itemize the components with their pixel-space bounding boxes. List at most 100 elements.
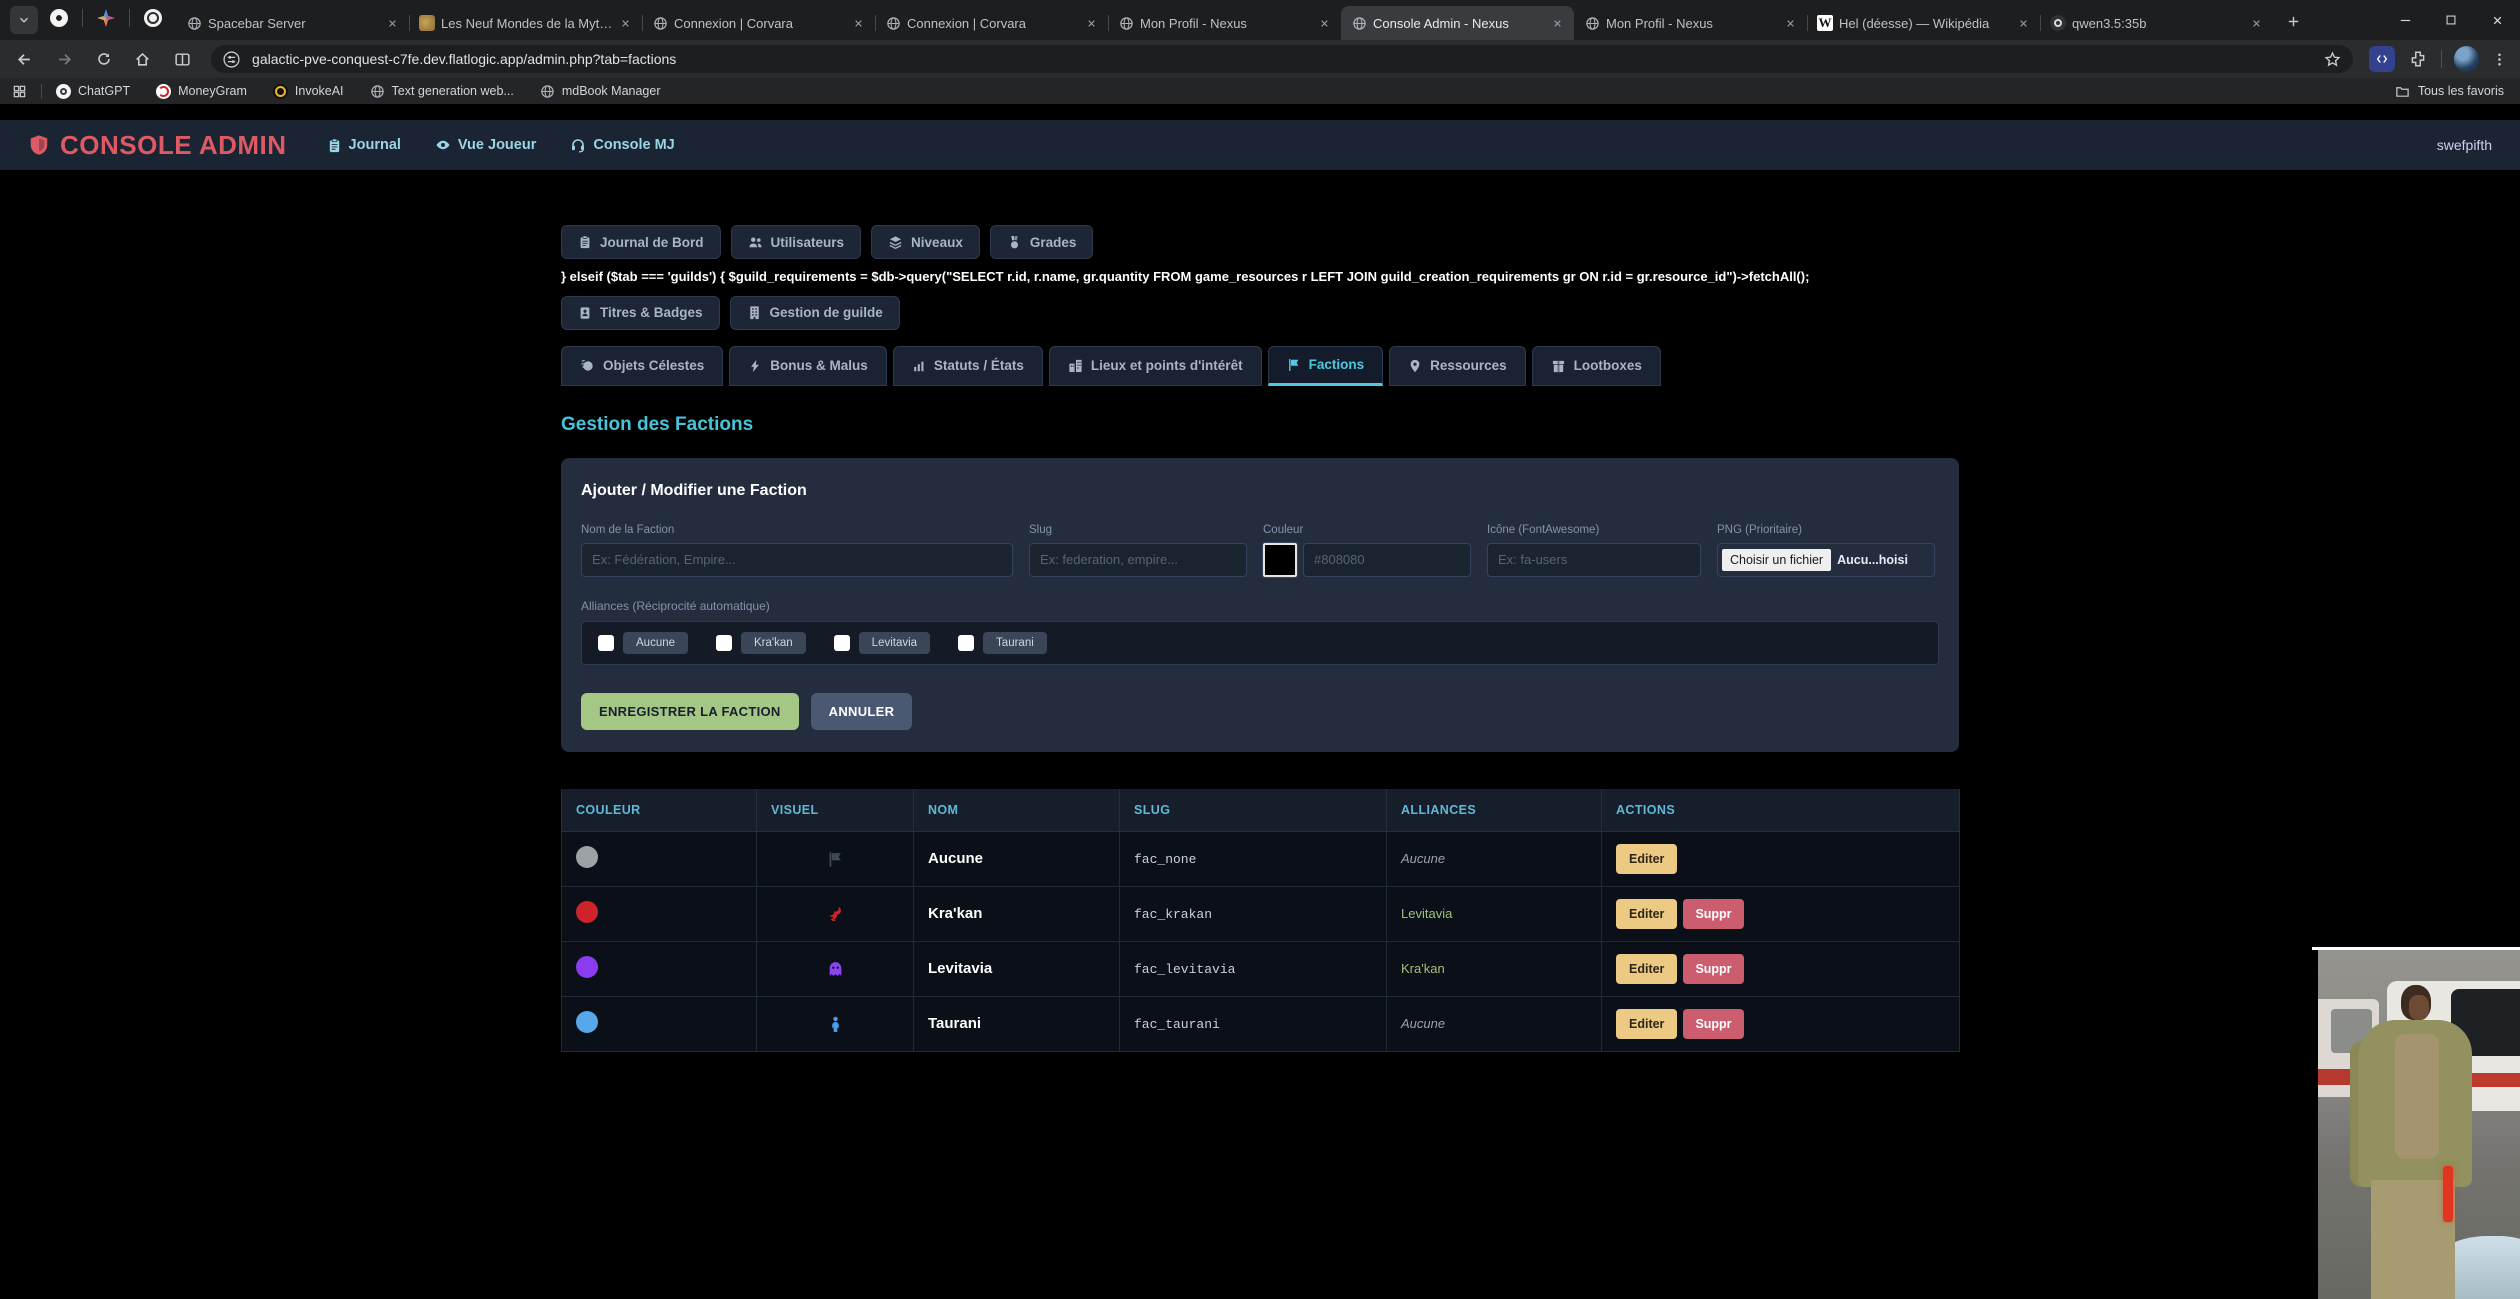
extension-icon[interactable] [2369, 46, 2394, 72]
tab-label: Grades [1030, 235, 1077, 250]
tab-label: Gestion de guilde [770, 305, 883, 320]
tab-journal-de-bord[interactable]: Journal de Bord [561, 225, 721, 259]
all-favorites-button[interactable]: Tous les favoris [2395, 84, 2504, 99]
tab-close-icon[interactable] [1318, 17, 1331, 30]
browser-tab[interactable]: Mon Profil - Nexus [1108, 6, 1341, 40]
tab-close-icon[interactable] [386, 17, 399, 30]
choose-file-button[interactable]: Choisir un fichier [1722, 549, 1831, 571]
image-favicon-icon [419, 15, 435, 31]
faction-color-dot [576, 901, 598, 923]
faction-name-input[interactable] [581, 543, 1013, 577]
bookmark-item[interactable]: Text generation web... [370, 84, 514, 99]
new-tab-button[interactable] [2279, 7, 2307, 35]
alliance-checkbox[interactable] [598, 635, 614, 651]
cancel-button[interactable]: ANNULER [811, 693, 913, 730]
color-hex-input[interactable] [1303, 543, 1471, 577]
table-row: Taurani fac_taurani Aucune EditerSuppr [562, 997, 1960, 1052]
edit-button[interactable]: Editer [1616, 899, 1677, 929]
home-button[interactable] [128, 44, 157, 74]
tab-factions-active[interactable]: Factions [1268, 346, 1384, 386]
tab-bonus-malus[interactable]: Bonus & Malus [729, 346, 887, 386]
browser-tab[interactable]: Spacebar Server [176, 6, 409, 40]
delete-button[interactable]: Suppr [1683, 1009, 1743, 1039]
tab-title: Spacebar Server [208, 16, 380, 31]
pinned-tab-wordpress-icon[interactable] [144, 9, 162, 27]
bookmark-item[interactable]: ChatGPT [56, 84, 130, 99]
eye-icon [435, 137, 451, 153]
tab-close-icon[interactable] [619, 17, 632, 30]
alliance-option-label: Aucune [623, 632, 688, 654]
field-slug: Slug [1029, 524, 1247, 577]
browser-tab[interactable]: qwen3.5:35b [2040, 6, 2273, 40]
bookmark-star-icon[interactable] [2324, 51, 2341, 68]
back-button[interactable] [10, 44, 39, 74]
nav-vue-joueur[interactable]: Vue Joueur [435, 137, 536, 153]
url-text[interactable]: galactic-pve-conquest-c7fe.dev.flatlogic… [252, 51, 2324, 67]
faction-alliances: Aucune [1401, 851, 1445, 866]
profile-avatar[interactable] [2454, 46, 2479, 72]
tab-statuts-etats[interactable]: Statuts / États [893, 346, 1043, 386]
tab-close-icon[interactable] [1085, 17, 1098, 30]
color-swatch-input[interactable] [1263, 543, 1297, 577]
pinned-tab-chatgpt-icon[interactable] [50, 9, 68, 27]
edit-button[interactable]: Editer [1616, 954, 1677, 984]
alliance-option-label: Taurani [983, 632, 1047, 654]
browser-tab-active[interactable]: Console Admin - Nexus [1341, 6, 1574, 40]
split-screen-button[interactable] [168, 44, 197, 74]
minimize-button[interactable] [2382, 0, 2428, 40]
alliance-checkbox[interactable] [958, 635, 974, 651]
map-marker-icon [1408, 359, 1422, 373]
delete-button[interactable]: Suppr [1683, 899, 1743, 929]
nav-journal[interactable]: Journal [327, 137, 401, 153]
file-input[interactable]: Choisir un fichier Aucu...hoisi [1717, 543, 1935, 577]
tab-lootboxes[interactable]: Lootboxes [1532, 346, 1661, 386]
edit-button[interactable]: Editer [1616, 844, 1677, 874]
faction-icon-input[interactable] [1487, 543, 1701, 577]
address-bar[interactable]: galactic-pve-conquest-c7fe.dev.flatlogic… [211, 45, 2353, 73]
browser-tab[interactable]: W Hel (déesse) — Wikipédia [1807, 6, 2040, 40]
forward-button[interactable] [49, 44, 78, 74]
maximize-button[interactable] [2428, 0, 2474, 40]
tab-niveaux[interactable]: Niveaux [871, 225, 980, 259]
username[interactable]: swefpifth [2437, 137, 2492, 153]
nav-console-mj[interactable]: Console MJ [570, 137, 674, 153]
users-icon [748, 235, 763, 250]
tab-titres-badges[interactable]: Titres & Badges [561, 296, 720, 330]
site-info-icon[interactable] [223, 51, 240, 68]
browser-tab[interactable]: Connexion | Corvara [642, 6, 875, 40]
bookmark-item[interactable]: mdBook Manager [540, 84, 661, 99]
extensions-puzzle-icon[interactable] [2409, 50, 2427, 68]
tab-objets-celestes[interactable]: Objets Célestes [561, 346, 723, 386]
invokeai-favicon-icon [273, 84, 288, 99]
browser-menu-icon[interactable] [2491, 51, 2508, 68]
tab-grades[interactable]: Grades [990, 225, 1094, 259]
close-window-button[interactable] [2474, 0, 2520, 40]
tab-gestion-de-guilde[interactable]: Gestion de guilde [730, 296, 900, 330]
browser-tab[interactable]: Connexion | Corvara [875, 6, 1108, 40]
tab-ressources[interactable]: Ressources [1389, 346, 1526, 386]
apps-grid-icon[interactable] [12, 84, 27, 99]
bookmark-item[interactable]: MoneyGram [156, 84, 247, 99]
pinned-tab-sparkle-icon[interactable] [97, 9, 115, 27]
reload-button[interactable] [89, 44, 118, 74]
tab-close-icon[interactable] [852, 17, 865, 30]
alliance-checkbox[interactable] [716, 635, 732, 651]
pip-video-player[interactable] [2312, 932, 2520, 1299]
tab-lieux-points-interet[interactable]: Lieux et points d'intérêt [1049, 346, 1262, 386]
faction-color-dot [576, 846, 598, 868]
faction-slug-input[interactable] [1029, 543, 1247, 577]
alliance-checkbox[interactable] [834, 635, 850, 651]
bookmark-item[interactable]: InvokeAI [273, 84, 344, 99]
tab-label: Niveaux [911, 235, 963, 250]
tab-close-icon[interactable] [1551, 17, 1564, 30]
browser-tab[interactable]: Les Neuf Mondes de la Mythol... [409, 6, 642, 40]
edit-button[interactable]: Editer [1616, 1009, 1677, 1039]
tab-close-icon[interactable] [2250, 17, 2263, 30]
delete-button[interactable]: Suppr [1683, 954, 1743, 984]
tab-close-icon[interactable] [2017, 17, 2030, 30]
browser-tab[interactable]: Mon Profil - Nexus [1574, 6, 1807, 40]
tab-utilisateurs[interactable]: Utilisateurs [731, 225, 862, 259]
tab-search-button[interactable] [10, 6, 38, 34]
tab-close-icon[interactable] [1784, 17, 1797, 30]
save-faction-button[interactable]: ENREGISTRER LA FACTION [581, 693, 799, 730]
